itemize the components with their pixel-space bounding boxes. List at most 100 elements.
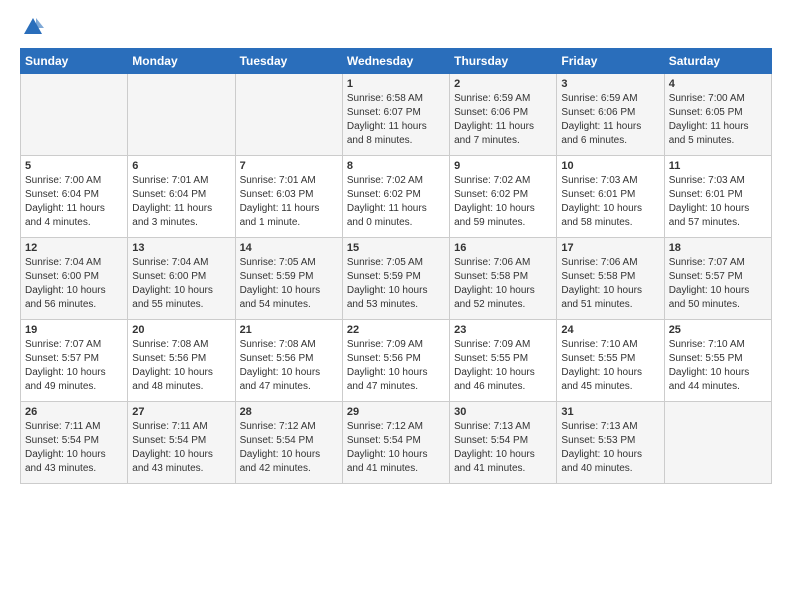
day-number: 21 (240, 324, 338, 336)
day-info: Sunrise: 7:02 AMSunset: 6:02 PMDaylight:… (454, 174, 552, 230)
day-number: 13 (132, 242, 230, 254)
calendar-cell: 18 Sunrise: 7:07 AMSunset: 5:57 PMDayligh… (664, 238, 771, 320)
day-number: 16 (454, 242, 552, 254)
day-number: 28 (240, 406, 338, 418)
calendar-cell (235, 74, 342, 156)
calendar-cell: 17 Sunrise: 7:06 AMSunset: 5:58 PMDayligh… (557, 238, 664, 320)
week-row-4: 19 Sunrise: 7:07 AMSunset: 5:57 PMDayligh… (21, 320, 772, 402)
day-info: Sunrise: 6:59 AMSunset: 6:06 PMDaylight:… (454, 92, 552, 148)
calendar-cell: 13 Sunrise: 7:04 AMSunset: 6:00 PMDayligh… (128, 238, 235, 320)
col-header-wednesday: Wednesday (342, 49, 449, 74)
calendar-cell: 25Sunrise: 7:10 AMSunset: 5:55 PMDayligh… (664, 320, 771, 402)
calendar-cell: 2Sunrise: 6:59 AMSunset: 6:06 PMDaylight… (450, 74, 557, 156)
day-info: Sunrise: 7:08 AMSunset: 5:56 PMDaylight:… (240, 338, 338, 394)
day-number: 25 (669, 324, 767, 336)
calendar-cell: 26Sunrise: 7:11 AMSunset: 5:54 PMDayligh… (21, 402, 128, 484)
day-number: 24 (561, 324, 659, 336)
calendar-cell: 3 Sunrise: 6:59 AMSunset: 6:06 PMDaylight… (557, 74, 664, 156)
day-info: Sunrise: 7:04 AMSunset: 6:00 PMDaylight:… (25, 256, 123, 312)
day-number: 31 (561, 406, 659, 418)
day-number: 30 (454, 406, 552, 418)
calendar-header-row: SundayMondayTuesdayWednesdayThursdayFrid… (21, 49, 772, 74)
col-header-friday: Friday (557, 49, 664, 74)
col-header-saturday: Saturday (664, 49, 771, 74)
calendar-cell: 30 Sunrise: 7:13 AMSunset: 5:54 PMDayligh… (450, 402, 557, 484)
day-info: Sunrise: 7:06 AMSunset: 5:58 PMDaylight:… (561, 256, 659, 312)
day-number: 12 (25, 242, 123, 254)
day-number: 22 (347, 324, 445, 336)
logo-text (20, 16, 44, 38)
calendar-cell: 14 Sunrise: 7:05 AMSunset: 5:59 PMDayligh… (235, 238, 342, 320)
day-number: 8 (347, 160, 445, 172)
day-info: Sunrise: 7:01 AMSunset: 6:04 PMDaylight:… (132, 174, 230, 230)
day-number: 27 (132, 406, 230, 418)
calendar-cell: 29Sunrise: 7:12 AMSunset: 5:54 PMDayligh… (342, 402, 449, 484)
day-number: 14 (240, 242, 338, 254)
calendar-cell (664, 402, 771, 484)
day-info: Sunrise: 7:09 AMSunset: 5:55 PMDaylight:… (454, 338, 552, 394)
day-info: Sunrise: 7:13 AMSunset: 5:53 PMDaylight:… (561, 420, 659, 476)
day-number: 7 (240, 160, 338, 172)
calendar-cell: 9 Sunrise: 7:02 AMSunset: 6:02 PMDaylight… (450, 156, 557, 238)
day-number: 4 (669, 78, 767, 90)
week-row-3: 12 Sunrise: 7:04 AMSunset: 6:00 PMDayligh… (21, 238, 772, 320)
day-info: Sunrise: 6:59 AMSunset: 6:06 PMDaylight:… (561, 92, 659, 148)
day-info: Sunrise: 7:04 AMSunset: 6:00 PMDaylight:… (132, 256, 230, 312)
col-header-thursday: Thursday (450, 49, 557, 74)
day-number: 3 (561, 78, 659, 90)
day-info: Sunrise: 7:03 AMSunset: 6:01 PMDaylight:… (669, 174, 767, 230)
day-number: 19 (25, 324, 123, 336)
day-info: Sunrise: 7:07 AMSunset: 5:57 PMDaylight:… (25, 338, 123, 394)
col-header-tuesday: Tuesday (235, 49, 342, 74)
day-info: Sunrise: 7:11 AMSunset: 5:54 PMDaylight:… (132, 420, 230, 476)
day-info: Sunrise: 7:10 AMSunset: 5:55 PMDaylight:… (561, 338, 659, 394)
day-number: 1 (347, 78, 445, 90)
day-info: Sunrise: 6:58 AMSunset: 6:07 PMDaylight:… (347, 92, 445, 148)
main-container: SundayMondayTuesdayWednesdayThursdayFrid… (0, 0, 792, 494)
day-number: 10 (561, 160, 659, 172)
calendar-cell (128, 74, 235, 156)
calendar-cell: 15 Sunrise: 7:05 AMSunset: 5:59 PMDayligh… (342, 238, 449, 320)
day-info: Sunrise: 7:05 AMSunset: 5:59 PMDaylight:… (347, 256, 445, 312)
calendar-cell: 10Sunrise: 7:03 AMSunset: 6:01 PMDayligh… (557, 156, 664, 238)
day-info: Sunrise: 7:07 AMSunset: 5:57 PMDaylight:… (669, 256, 767, 312)
col-header-sunday: Sunday (21, 49, 128, 74)
day-number: 11 (669, 160, 767, 172)
day-info: Sunrise: 7:12 AMSunset: 5:54 PMDaylight:… (347, 420, 445, 476)
calendar-cell: 20 Sunrise: 7:08 AMSunset: 5:56 PMDayligh… (128, 320, 235, 402)
day-info: Sunrise: 7:01 AMSunset: 6:03 PMDaylight:… (240, 174, 338, 230)
calendar-cell: 31 Sunrise: 7:13 AMSunset: 5:53 PMDayligh… (557, 402, 664, 484)
day-number: 23 (454, 324, 552, 336)
calendar-cell: 21 Sunrise: 7:08 AMSunset: 5:56 PMDayligh… (235, 320, 342, 402)
day-info: Sunrise: 7:06 AMSunset: 5:58 PMDaylight:… (454, 256, 552, 312)
calendar-cell (21, 74, 128, 156)
calendar-cell: 1 Sunrise: 6:58 AMSunset: 6:07 PMDaylight… (342, 74, 449, 156)
calendar-cell: 8 Sunrise: 7:02 AMSunset: 6:02 PMDaylight… (342, 156, 449, 238)
week-row-5: 26Sunrise: 7:11 AMSunset: 5:54 PMDayligh… (21, 402, 772, 484)
calendar-table: SundayMondayTuesdayWednesdayThursdayFrid… (20, 48, 772, 484)
day-info: Sunrise: 7:00 AMSunset: 6:05 PMDaylight:… (669, 92, 767, 148)
day-number: 9 (454, 160, 552, 172)
week-row-1: 1 Sunrise: 6:58 AMSunset: 6:07 PMDaylight… (21, 74, 772, 156)
header (20, 16, 772, 38)
day-number: 17 (561, 242, 659, 254)
day-info: Sunrise: 7:05 AMSunset: 5:59 PMDaylight:… (240, 256, 338, 312)
day-info: Sunrise: 7:08 AMSunset: 5:56 PMDaylight:… (132, 338, 230, 394)
calendar-cell: 6 Sunrise: 7:01 AMSunset: 6:04 PMDaylight… (128, 156, 235, 238)
calendar-cell: 19 Sunrise: 7:07 AMSunset: 5:57 PMDayligh… (21, 320, 128, 402)
day-number: 20 (132, 324, 230, 336)
calendar-cell: 7 Sunrise: 7:01 AMSunset: 6:03 PMDaylight… (235, 156, 342, 238)
day-number: 15 (347, 242, 445, 254)
day-info: Sunrise: 7:00 AMSunset: 6:04 PMDaylight:… (25, 174, 123, 230)
calendar-cell: 22Sunrise: 7:09 AMSunset: 5:56 PMDayligh… (342, 320, 449, 402)
calendar-cell: 27 Sunrise: 7:11 AMSunset: 5:54 PMDayligh… (128, 402, 235, 484)
logo-icon (22, 16, 44, 38)
day-info: Sunrise: 7:13 AMSunset: 5:54 PMDaylight:… (454, 420, 552, 476)
calendar-cell: 11 Sunrise: 7:03 AMSunset: 6:01 PMDayligh… (664, 156, 771, 238)
day-info: Sunrise: 7:12 AMSunset: 5:54 PMDaylight:… (240, 420, 338, 476)
day-info: Sunrise: 7:02 AMSunset: 6:02 PMDaylight:… (347, 174, 445, 230)
logo (20, 16, 44, 38)
day-number: 6 (132, 160, 230, 172)
day-number: 18 (669, 242, 767, 254)
calendar-cell: 12 Sunrise: 7:04 AMSunset: 6:00 PMDayligh… (21, 238, 128, 320)
